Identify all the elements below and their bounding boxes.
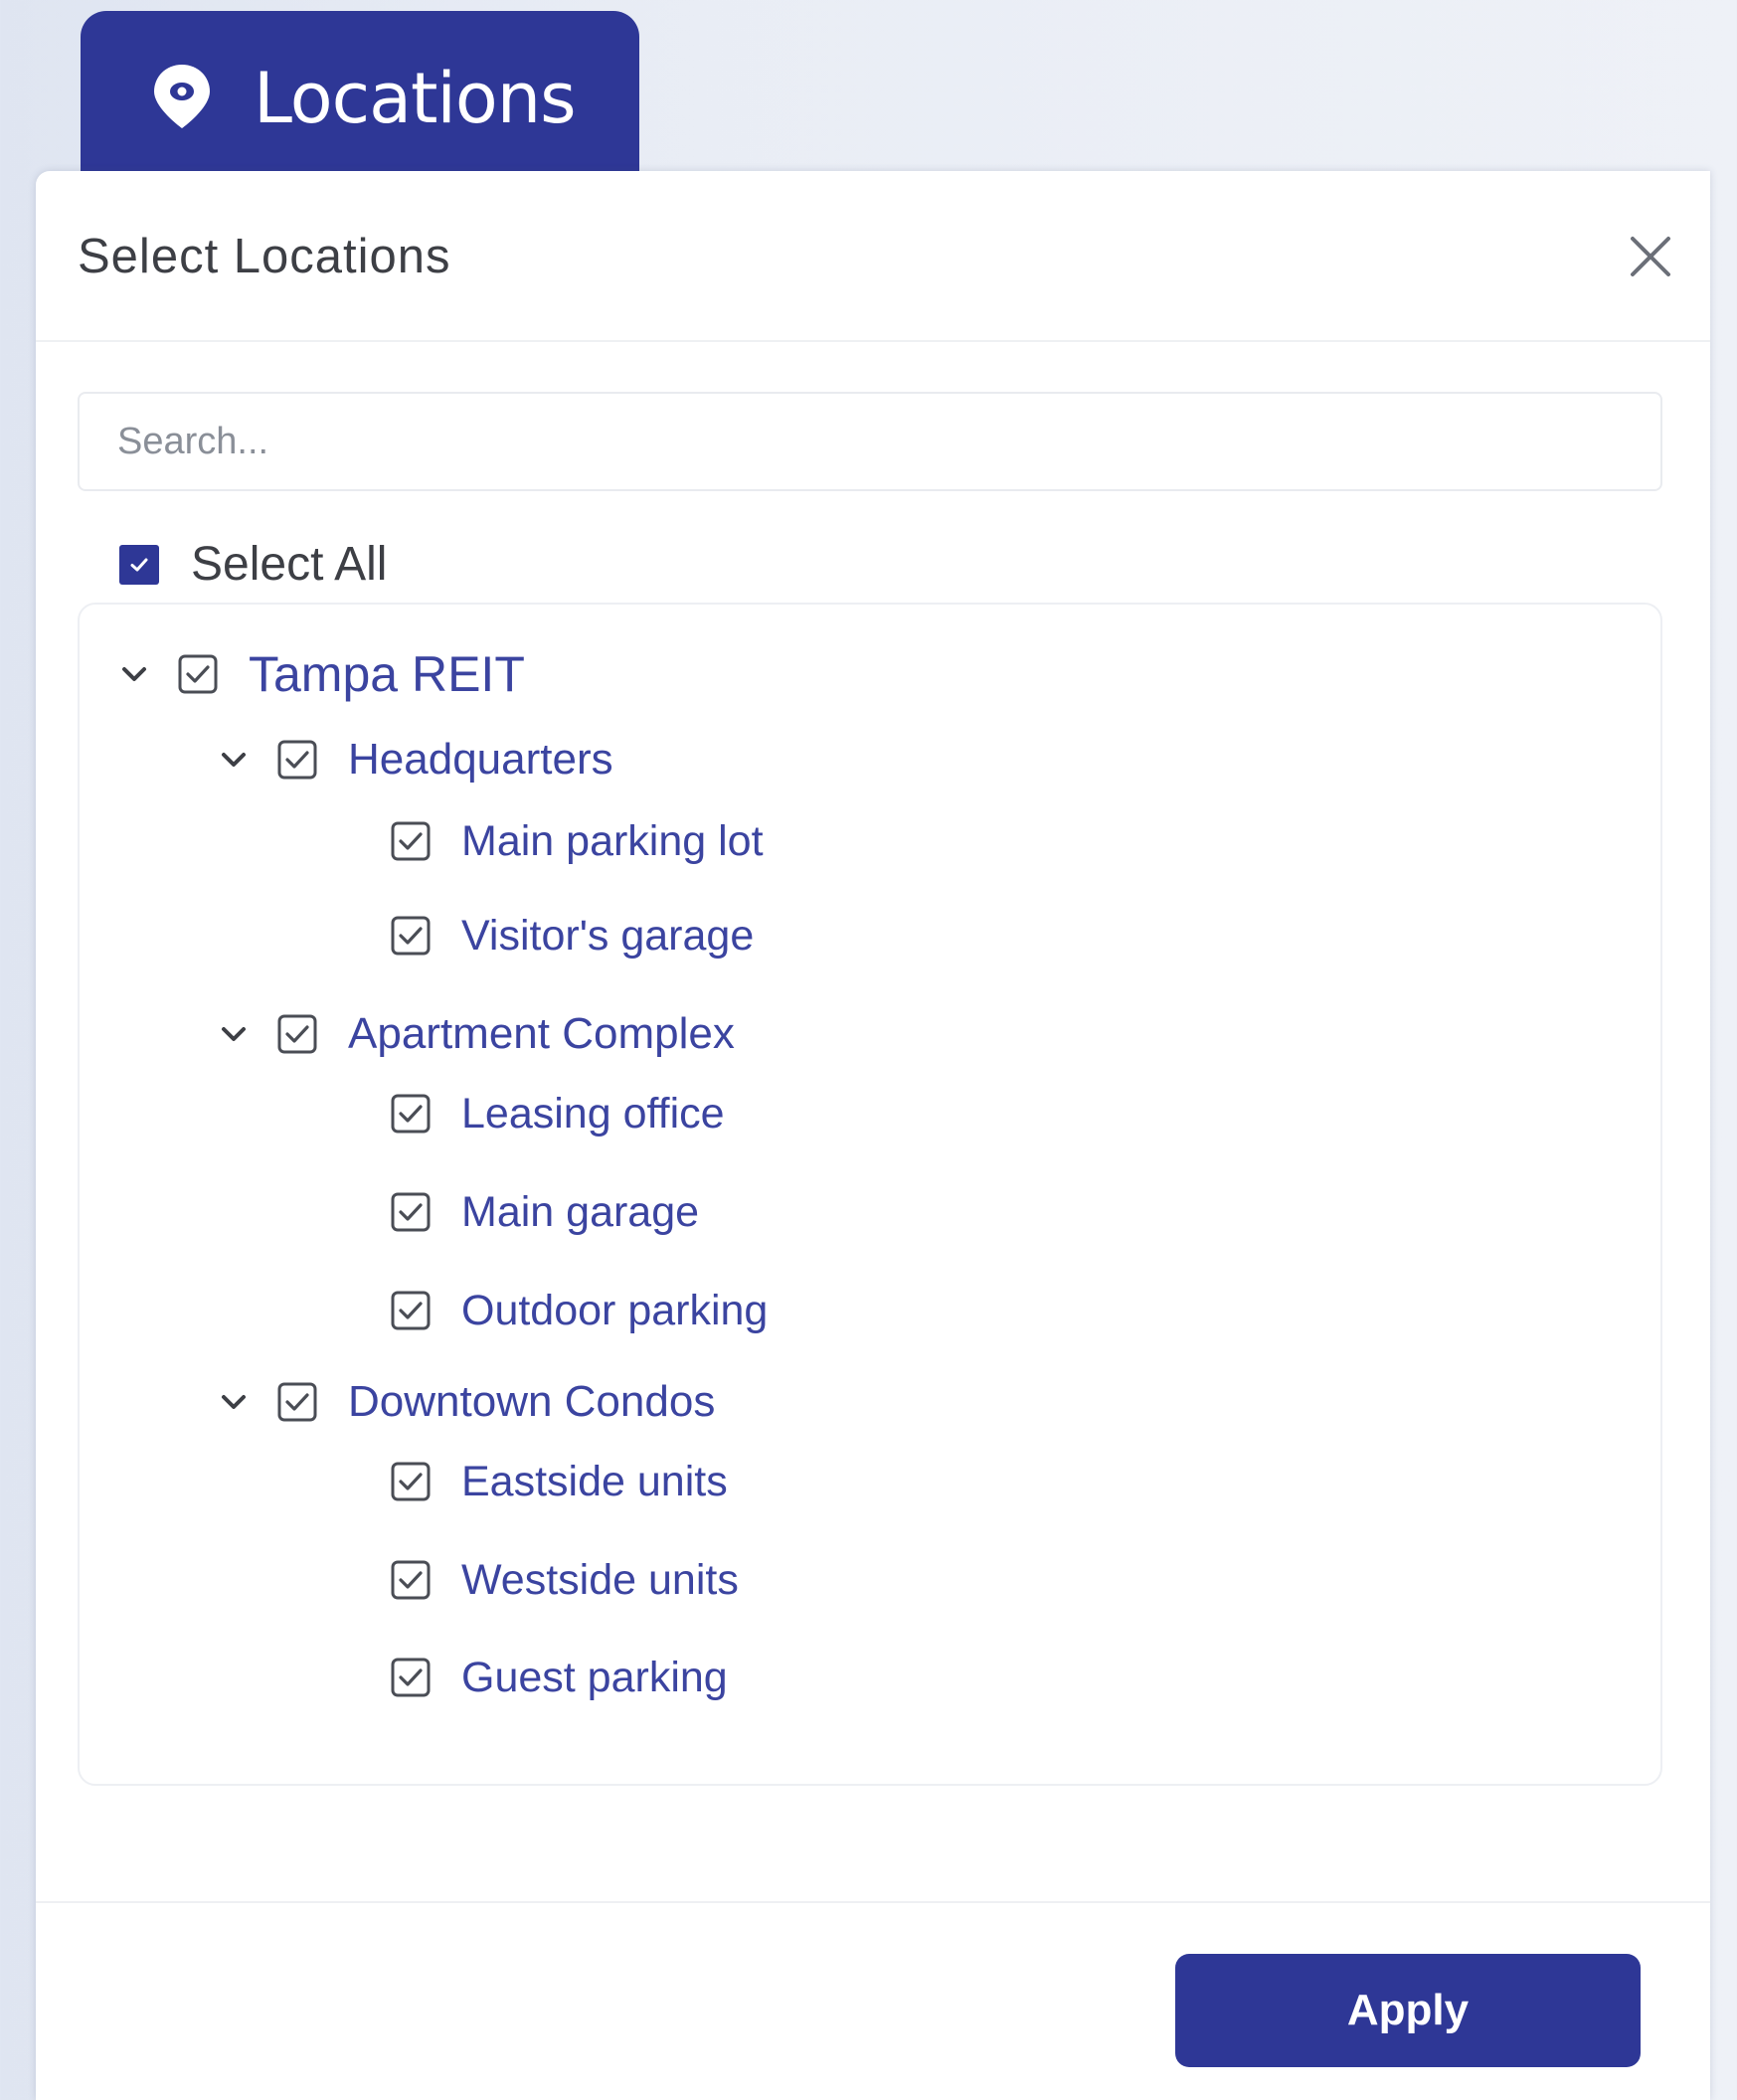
- tree-node-tampa-reit[interactable]: Tampa REIT: [117, 644, 525, 704]
- tree-node-downtown-condos[interactable]: Downtown Condos: [217, 1372, 715, 1432]
- tree-leaf-label: Main parking lot: [461, 816, 764, 865]
- location-tree: Tampa REIT Headquarters Main parking lot: [78, 603, 1662, 1786]
- tree-leaf-label: Leasing office: [461, 1089, 725, 1138]
- tree-node-label: Apartment Complex: [348, 1009, 735, 1058]
- tree-leaf-visitors-garage[interactable]: Visitor's garage: [390, 906, 754, 965]
- select-all-checkbox[interactable]: Select All: [119, 535, 387, 595]
- tree-node-label: Headquarters: [348, 735, 613, 784]
- checkbox-checked-icon[interactable]: [177, 653, 219, 695]
- checkbox-checked-icon[interactable]: [390, 1093, 432, 1135]
- tree-node-label: Downtown Condos: [348, 1377, 716, 1426]
- chevron-down-icon[interactable]: [217, 1385, 251, 1419]
- select-all-label: Select All: [191, 538, 388, 591]
- tree-leaf-eastside-units[interactable]: Eastside units: [390, 1452, 728, 1511]
- tree-leaf-westside-units[interactable]: Westside units: [390, 1550, 739, 1610]
- locations-tab[interactable]: Locations: [81, 11, 639, 196]
- locations-tab-label: Locations: [254, 58, 577, 139]
- checkbox-checked-icon[interactable]: [390, 1191, 432, 1233]
- tree-leaf-label: Eastside units: [461, 1457, 728, 1505]
- select-all-check-icon[interactable]: [119, 545, 159, 585]
- checkbox-checked-icon[interactable]: [390, 1290, 432, 1331]
- panel-header: Select Locations: [36, 171, 1710, 342]
- select-locations-panel: Select Locations Select All Tampa REIT: [36, 171, 1710, 2100]
- tree-leaf-leasing-office[interactable]: Leasing office: [390, 1084, 725, 1143]
- map-pin-icon: [154, 65, 210, 128]
- checkbox-checked-icon[interactable]: [390, 1559, 432, 1601]
- tree-leaf-label: Outdoor parking: [461, 1286, 769, 1334]
- checkbox-checked-icon[interactable]: [276, 1381, 318, 1423]
- tree-node-headquarters[interactable]: Headquarters: [217, 730, 613, 789]
- checkbox-checked-icon[interactable]: [276, 1013, 318, 1055]
- checkbox-checked-icon[interactable]: [390, 1461, 432, 1502]
- tree-leaf-guest-parking[interactable]: Guest parking: [390, 1648, 728, 1707]
- chevron-down-icon[interactable]: [117, 657, 151, 691]
- tree-leaf-label: Westside units: [461, 1555, 739, 1604]
- tree-leaf-label: Guest parking: [461, 1653, 728, 1701]
- chevron-down-icon[interactable]: [217, 743, 251, 777]
- tree-node-apartment-complex[interactable]: Apartment Complex: [217, 1004, 735, 1064]
- checkbox-checked-icon[interactable]: [390, 1657, 432, 1698]
- chevron-down-icon[interactable]: [217, 1017, 251, 1051]
- apply-button[interactable]: Apply: [1175, 1954, 1641, 2067]
- search-input[interactable]: [78, 392, 1662, 491]
- footer-divider: [36, 1901, 1710, 1903]
- tree-leaf-label: Visitor's garage: [461, 911, 755, 960]
- checkbox-checked-icon[interactable]: [390, 915, 432, 957]
- panel-title: Select Locations: [78, 230, 451, 283]
- tree-node-label: Tampa REIT: [249, 646, 525, 702]
- tree-leaf-label: Main garage: [461, 1187, 700, 1236]
- checkbox-checked-icon[interactable]: [390, 820, 432, 862]
- close-icon[interactable]: [1627, 233, 1674, 280]
- tree-leaf-main-parking-lot[interactable]: Main parking lot: [390, 811, 764, 871]
- tree-leaf-main-garage[interactable]: Main garage: [390, 1182, 699, 1242]
- tree-leaf-outdoor-parking[interactable]: Outdoor parking: [390, 1281, 768, 1340]
- checkbox-checked-icon[interactable]: [276, 739, 318, 781]
